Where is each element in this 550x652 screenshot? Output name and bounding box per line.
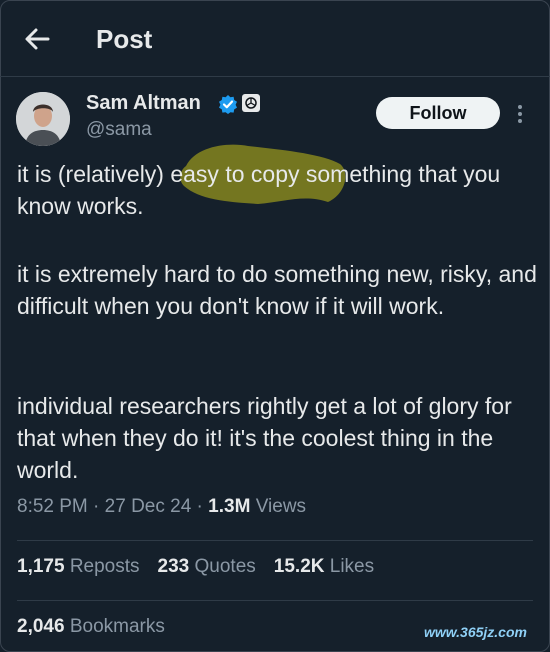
engagement-stats: 1,175 Reposts 233 Quotes 15.2K Likes xyxy=(17,556,374,578)
quotes-stat[interactable]: 233 Quotes xyxy=(158,556,256,577)
bookmarks-count: 2,046 xyxy=(17,616,65,637)
more-vertical-icon[interactable] xyxy=(512,103,528,125)
author-name[interactable]: Sam Altman xyxy=(86,92,201,115)
post-paragraph-3: individual researchers rightly get a lot… xyxy=(17,393,519,483)
avatar[interactable] xyxy=(16,92,70,146)
divider xyxy=(17,540,533,541)
reposts-count: 1,175 xyxy=(17,556,65,577)
views-label: Views xyxy=(255,496,307,517)
openai-logo-icon xyxy=(242,94,260,112)
author-handle[interactable]: @sama xyxy=(86,119,152,141)
page-title: Post xyxy=(96,24,153,54)
likes-label: Likes xyxy=(329,556,375,577)
follow-button[interactable]: Follow xyxy=(376,97,500,129)
likes-stat[interactable]: 15.2K Likes xyxy=(274,556,374,577)
avatar-image xyxy=(16,92,70,146)
post-date[interactable]: 27 Dec 24 xyxy=(105,496,192,517)
divider xyxy=(17,600,533,601)
likes-count: 15.2K xyxy=(273,556,325,577)
post-paragraph-1: it is (relatively) easy to copy somethin… xyxy=(17,161,507,219)
header-bar: Post xyxy=(0,0,550,77)
post-paragraph-2: it is extremely hard to do something new… xyxy=(17,261,544,319)
verified-badge-icon xyxy=(219,95,237,114)
post-meta: 8:52 PM · 27 Dec 24 · 1.3M Views xyxy=(17,496,307,517)
watermark: www.365jz.com xyxy=(424,624,527,640)
quotes-label: Quotes xyxy=(194,556,256,577)
bookmarks-stat[interactable]: 2,046 Bookmarks xyxy=(17,616,165,638)
quotes-count: 233 xyxy=(157,556,190,577)
post-time[interactable]: 8:52 PM xyxy=(17,496,88,517)
arrow-left-icon[interactable] xyxy=(22,24,52,54)
views-count: 1.3M xyxy=(208,496,251,517)
bookmarks-label: Bookmarks xyxy=(69,616,165,637)
reposts-stat[interactable]: 1,175 Reposts xyxy=(17,556,140,577)
reposts-label: Reposts xyxy=(69,556,140,577)
